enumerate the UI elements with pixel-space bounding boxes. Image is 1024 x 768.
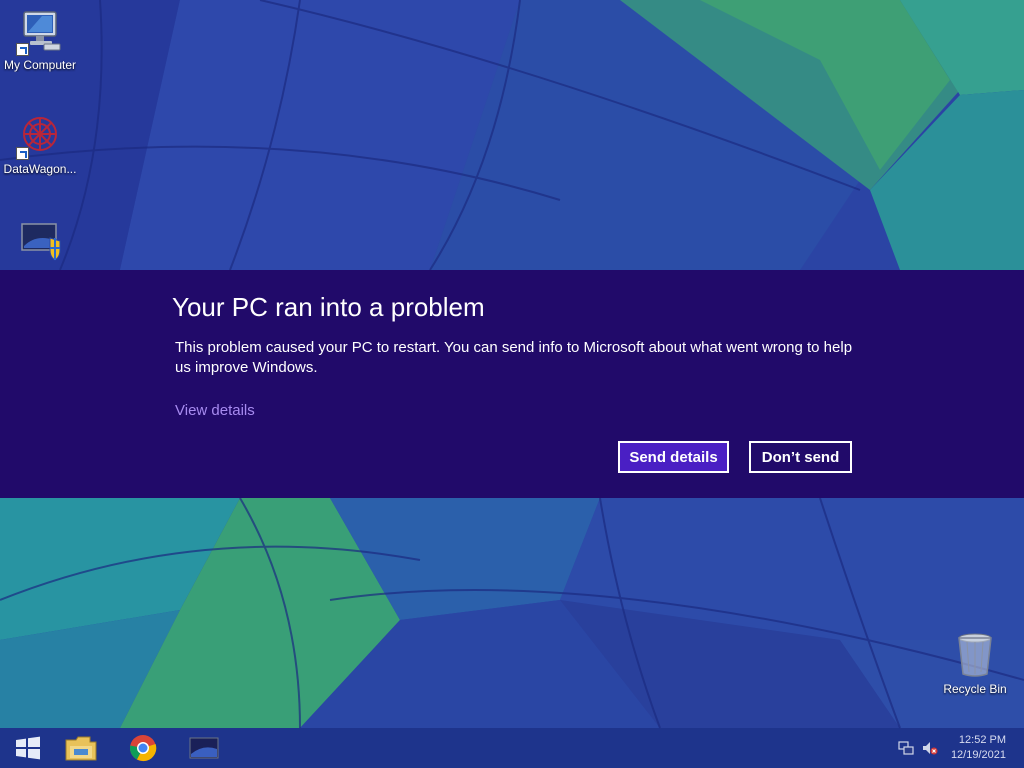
system-clock[interactable]: 12:52 PM 12/19/2021: [951, 733, 1006, 763]
dialog-message: This problem caused your PC to restart. …: [175, 339, 853, 376]
desktop-icon-label: My Computer: [3, 58, 77, 72]
shield-shortcut-icon: [16, 220, 64, 268]
desktop-icon-label: Recycle Bin: [943, 682, 1007, 696]
network-icon[interactable]: [898, 740, 914, 756]
send-details-button[interactable]: Send details: [618, 441, 729, 473]
volume-muted-icon[interactable]: [922, 740, 938, 756]
computer-icon: [16, 8, 64, 56]
file-explorer-icon: [65, 736, 97, 761]
desktop-icon-my-computer[interactable]: My Computer: [0, 8, 80, 72]
start-button[interactable]: [0, 728, 56, 768]
taskbar-file-explorer[interactable]: [53, 728, 109, 768]
clock-date: 12/19/2021: [950, 749, 1006, 761]
datawagon-icon: [16, 112, 64, 160]
taskbar-chrome[interactable]: [115, 728, 171, 768]
taskbar-window[interactable]: [176, 728, 232, 768]
start-icon: [16, 736, 40, 760]
chrome-icon: [129, 735, 157, 762]
taskbar: 12:52 PM 12/19/2021: [0, 728, 1024, 768]
view-details-link[interactable]: View details: [175, 402, 255, 419]
desktop-icon-recycle-bin[interactable]: Recycle Bin: [935, 632, 1015, 696]
error-dialog: Your PC ran into a problem This problem …: [0, 270, 1024, 498]
dialog-title: Your PC ran into a problem: [172, 292, 485, 322]
window-thumbnail-icon: [189, 737, 219, 759]
desktop-icon-shield-shortcut[interactable]: [0, 220, 80, 270]
desktop-icon-label: DataWagon...: [3, 162, 77, 176]
clock-time: 12:52 PM: [958, 734, 1006, 746]
shortcut-arrow-icon: [16, 43, 29, 56]
dont-send-button[interactable]: Don’t send: [749, 441, 852, 473]
desktop-icon-datawagon[interactable]: DataWagon...: [0, 112, 80, 176]
recycle-bin-icon: [951, 632, 999, 680]
shortcut-arrow-icon: [16, 147, 29, 160]
